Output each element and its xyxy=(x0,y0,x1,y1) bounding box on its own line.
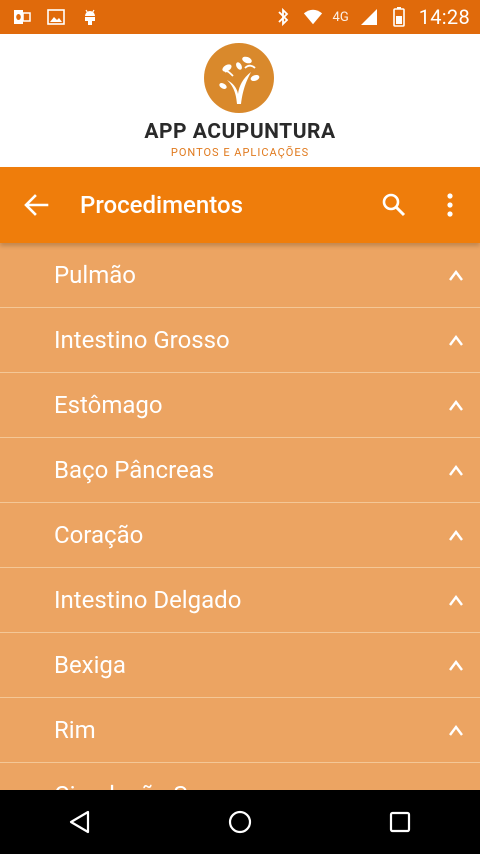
list-item[interactable]: Intestino Grosso xyxy=(0,308,480,373)
network-type-label: 4G xyxy=(332,9,349,25)
list-item-label: Rim xyxy=(54,716,96,744)
more-vert-icon xyxy=(447,193,453,217)
clock: 14:28 xyxy=(418,5,470,29)
list-item[interactable]: Circulação Sexo xyxy=(0,763,480,790)
list-item-label: Estômago xyxy=(54,391,163,419)
chevron-up-icon xyxy=(446,328,466,352)
brand-subtitle: PONTOS E APLICAÇÕES xyxy=(170,146,310,159)
brand-title: APP ACUPUNTURA xyxy=(144,120,336,144)
list-item[interactable]: Rim xyxy=(0,698,480,763)
search-button[interactable] xyxy=(378,189,410,221)
list-item-label: Bexiga xyxy=(54,651,126,679)
procedures-list: Pulmão Intestino Grosso Estômago Baço Pâ… xyxy=(0,243,480,790)
chevron-up-icon xyxy=(446,718,466,742)
wifi-icon xyxy=(303,7,323,27)
list-item-label: Intestino Grosso xyxy=(54,326,230,354)
chevron-up-icon xyxy=(446,458,466,482)
logo-header: APP ACUPUNTURA PONTOS E APLICAÇÕES xyxy=(0,34,480,167)
list-item-label: Pulmão xyxy=(54,261,136,289)
home-circle-icon xyxy=(228,810,252,834)
chevron-up-icon xyxy=(446,523,466,547)
android-icon xyxy=(80,7,100,27)
outlook-icon xyxy=(12,7,32,27)
signal-icon xyxy=(359,7,379,27)
chevron-up-icon xyxy=(446,263,466,287)
nav-home-button[interactable] xyxy=(220,802,260,842)
chevron-up-icon xyxy=(446,588,466,612)
nav-recents-button[interactable] xyxy=(380,802,420,842)
list-item[interactable]: Pulmão xyxy=(0,243,480,308)
list-item-label: Baço Pâncreas xyxy=(54,456,215,484)
list-item[interactable]: Coração xyxy=(0,503,480,568)
arrow-back-icon xyxy=(24,194,49,216)
list-item-label: Circulação Sexo xyxy=(54,779,226,790)
list-item-label: Coração xyxy=(54,521,144,549)
app-logo xyxy=(203,42,275,114)
chevron-up-icon xyxy=(446,393,466,417)
nav-back-button[interactable] xyxy=(60,802,100,842)
status-bar: 4G 14:28 xyxy=(0,0,480,34)
recents-square-icon xyxy=(389,811,411,833)
page-title: Procedimentos xyxy=(80,191,243,219)
bluetooth-icon xyxy=(273,7,293,27)
chevron-up-icon xyxy=(446,783,466,790)
chevron-up-icon xyxy=(446,653,466,677)
system-status: 4G 14:28 xyxy=(273,5,470,29)
search-icon xyxy=(382,193,406,217)
system-nav-bar xyxy=(0,790,480,854)
overflow-menu-button[interactable] xyxy=(434,189,466,221)
list-item-label: Intestino Delgado xyxy=(54,586,242,614)
app-bar: Procedimentos xyxy=(0,167,480,243)
list-item[interactable]: Bexiga xyxy=(0,633,480,698)
list-item[interactable]: Baço Pâncreas xyxy=(0,438,480,503)
back-triangle-icon xyxy=(69,810,90,834)
image-icon xyxy=(46,7,66,27)
notification-icons xyxy=(12,7,100,27)
battery-icon xyxy=(389,7,409,27)
back-button[interactable] xyxy=(20,189,52,221)
list-item[interactable]: Intestino Delgado xyxy=(0,568,480,633)
list-item[interactable]: Estômago xyxy=(0,373,480,438)
